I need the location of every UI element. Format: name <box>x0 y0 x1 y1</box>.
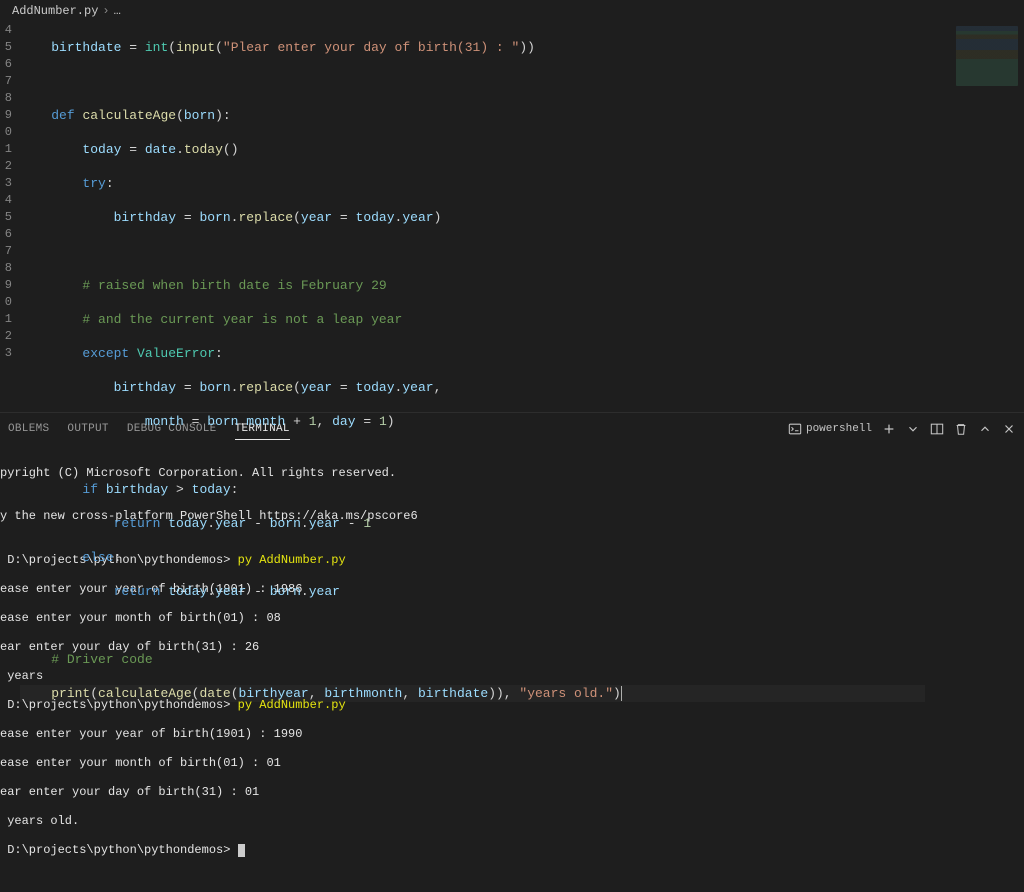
code-editor[interactable]: 45678901234567890123 birthdate = int(inp… <box>0 22 1024 412</box>
breadcrumb-file[interactable]: AddNumber.py <box>12 4 98 18</box>
breadcrumb[interactable]: AddNumber.py › … <box>0 0 1024 22</box>
terminal-cursor <box>238 844 245 857</box>
line-gutter: 45678901234567890123 <box>0 22 20 412</box>
code-content[interactable]: birthdate = int(input("Plear enter your … <box>20 22 1024 412</box>
breadcrumb-more[interactable]: … <box>114 4 121 18</box>
breadcrumb-separator: › <box>102 4 109 18</box>
minimap[interactable] <box>956 26 1018 86</box>
